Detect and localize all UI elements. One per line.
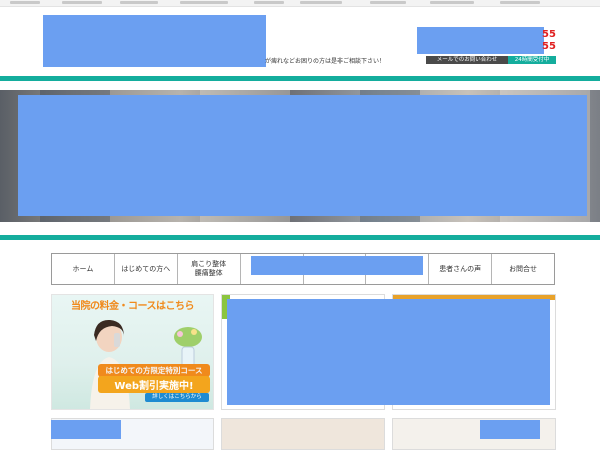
phone-number-redacted[interactable] — [417, 27, 544, 54]
phone-number-suffix: 55 — [542, 29, 556, 40]
nav-home[interactable]: ホーム — [52, 254, 115, 284]
bookmark-fragment[interactable] — [370, 1, 406, 4]
nav-first-time[interactable]: はじめての方へ — [115, 254, 178, 284]
hero-content-redacted — [18, 95, 587, 216]
bookmark-fragment[interactable] — [254, 1, 284, 4]
bookmark-fragment[interactable] — [300, 1, 342, 4]
nav-testimonials[interactable]: 患者さんの声 — [429, 254, 493, 284]
teal-divider — [0, 76, 600, 81]
woman-on-phone-image — [90, 319, 130, 409]
bookmark-fragment[interactable] — [120, 1, 158, 4]
nav-contact[interactable]: お問合せ — [492, 254, 554, 284]
content-card[interactable] — [221, 418, 385, 450]
card-redacted — [480, 420, 540, 439]
promo-details-link[interactable]: 詳しくはこちらから — [145, 393, 209, 402]
teal-divider — [0, 235, 600, 240]
card-redacted — [51, 420, 121, 439]
header-tagline: が痺れなどお困りの方は是非ご相談下さい！ — [265, 58, 386, 65]
site-logo-redacted[interactable] — [43, 15, 266, 67]
promo-web-discount: Web割引実施中! — [98, 376, 210, 393]
phone-number-suffix: 55 — [542, 41, 556, 52]
bookmark-fragment[interactable] — [10, 1, 40, 4]
bookmark-fragment[interactable] — [500, 1, 540, 4]
promo-title: 当院の料金・コースはこちら — [71, 301, 195, 312]
cards-content-redacted — [227, 299, 550, 405]
bookmark-fragment[interactable] — [62, 1, 102, 4]
nav-shoulder-back[interactable]: 肩こり整体 腰痛整体 — [178, 254, 241, 284]
hours-badge: 24時間受付中 — [508, 56, 556, 64]
price-course-banner[interactable]: 当院の料金・コースはこちら はじめての方限定特別コース Web割引実施中! 詳し… — [51, 294, 214, 410]
browser-bookmark-strip — [0, 0, 600, 7]
bookmark-fragment[interactable] — [180, 1, 228, 4]
mail-contact-button[interactable]: メールでのお問い合わせ — [426, 56, 508, 64]
plant-vase-image — [174, 327, 202, 368]
bookmark-fragment[interactable] — [430, 1, 474, 4]
nav-labels-redacted — [251, 256, 423, 275]
